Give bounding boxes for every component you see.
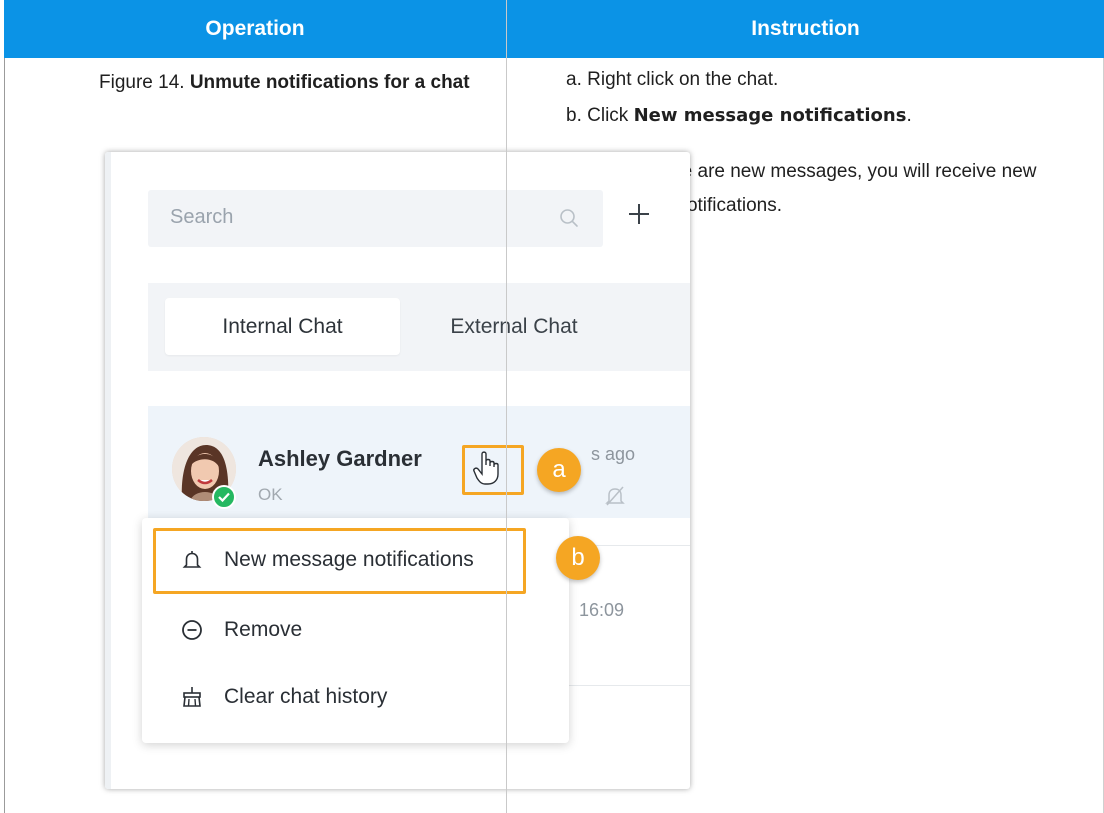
chat-time: s ago	[591, 444, 636, 464]
header-instruction: Instruction	[507, 0, 1104, 58]
column-divider	[506, 0, 507, 813]
chat-contact-name: Ashley Gardner	[258, 446, 422, 471]
figure-caption: Figure 14. Unmute notifications for a ch…	[99, 67, 470, 98]
muted-bell-icon	[605, 486, 625, 506]
broom-icon	[183, 687, 201, 707]
chat-type-tabs: Internal Chat External Chat	[148, 283, 690, 371]
add-icon[interactable]	[627, 202, 651, 226]
step-b: b. Click New message notifications.	[566, 105, 912, 126]
search-input[interactable]: Search	[148, 190, 603, 247]
chat-last-message: OK	[258, 485, 283, 504]
caption-prefix: Figure 14.	[99, 72, 190, 93]
chat-divider	[553, 685, 690, 686]
callout-badge-b: b	[556, 536, 600, 580]
tab-internal-chat[interactable]: Internal Chat	[165, 298, 400, 355]
menu-item-label: Remove	[224, 618, 303, 641]
chat-list-item[interactable]: Ashley Gardner OK s ago	[148, 406, 690, 518]
minus-circle-icon	[182, 620, 202, 640]
instruction-steps: a. Right click on the chat. b. Click New…	[566, 66, 1036, 216]
header-operation: Operation	[4, 0, 506, 58]
callout-badge-a: a	[537, 448, 581, 492]
chat-time-second: 16:09	[579, 600, 625, 620]
menu-item-remove[interactable]: Remove	[142, 600, 569, 660]
caption-title: Unmute notifications for a chat	[189, 72, 470, 93]
menu-item-clear-chat-history[interactable]: Clear chat history	[142, 667, 569, 727]
online-status-icon	[212, 485, 236, 509]
tab-external-chat[interactable]: External Chat	[430, 298, 598, 355]
table-left-border	[4, 0, 5, 813]
menu-item-label: Clear chat history	[224, 685, 388, 708]
hand-cursor-icon	[473, 451, 499, 485]
screenshot-left-strip	[105, 152, 111, 789]
figure-screenshot: Search Internal Chat External Chat Ashle…	[105, 152, 690, 789]
step-b-target: New message notifications	[633, 105, 907, 126]
highlight-box-b	[153, 528, 526, 594]
step-a: a. Right click on the chat.	[566, 69, 779, 90]
search-icon[interactable]	[559, 208, 579, 228]
search-placeholder: Search	[170, 206, 234, 228]
